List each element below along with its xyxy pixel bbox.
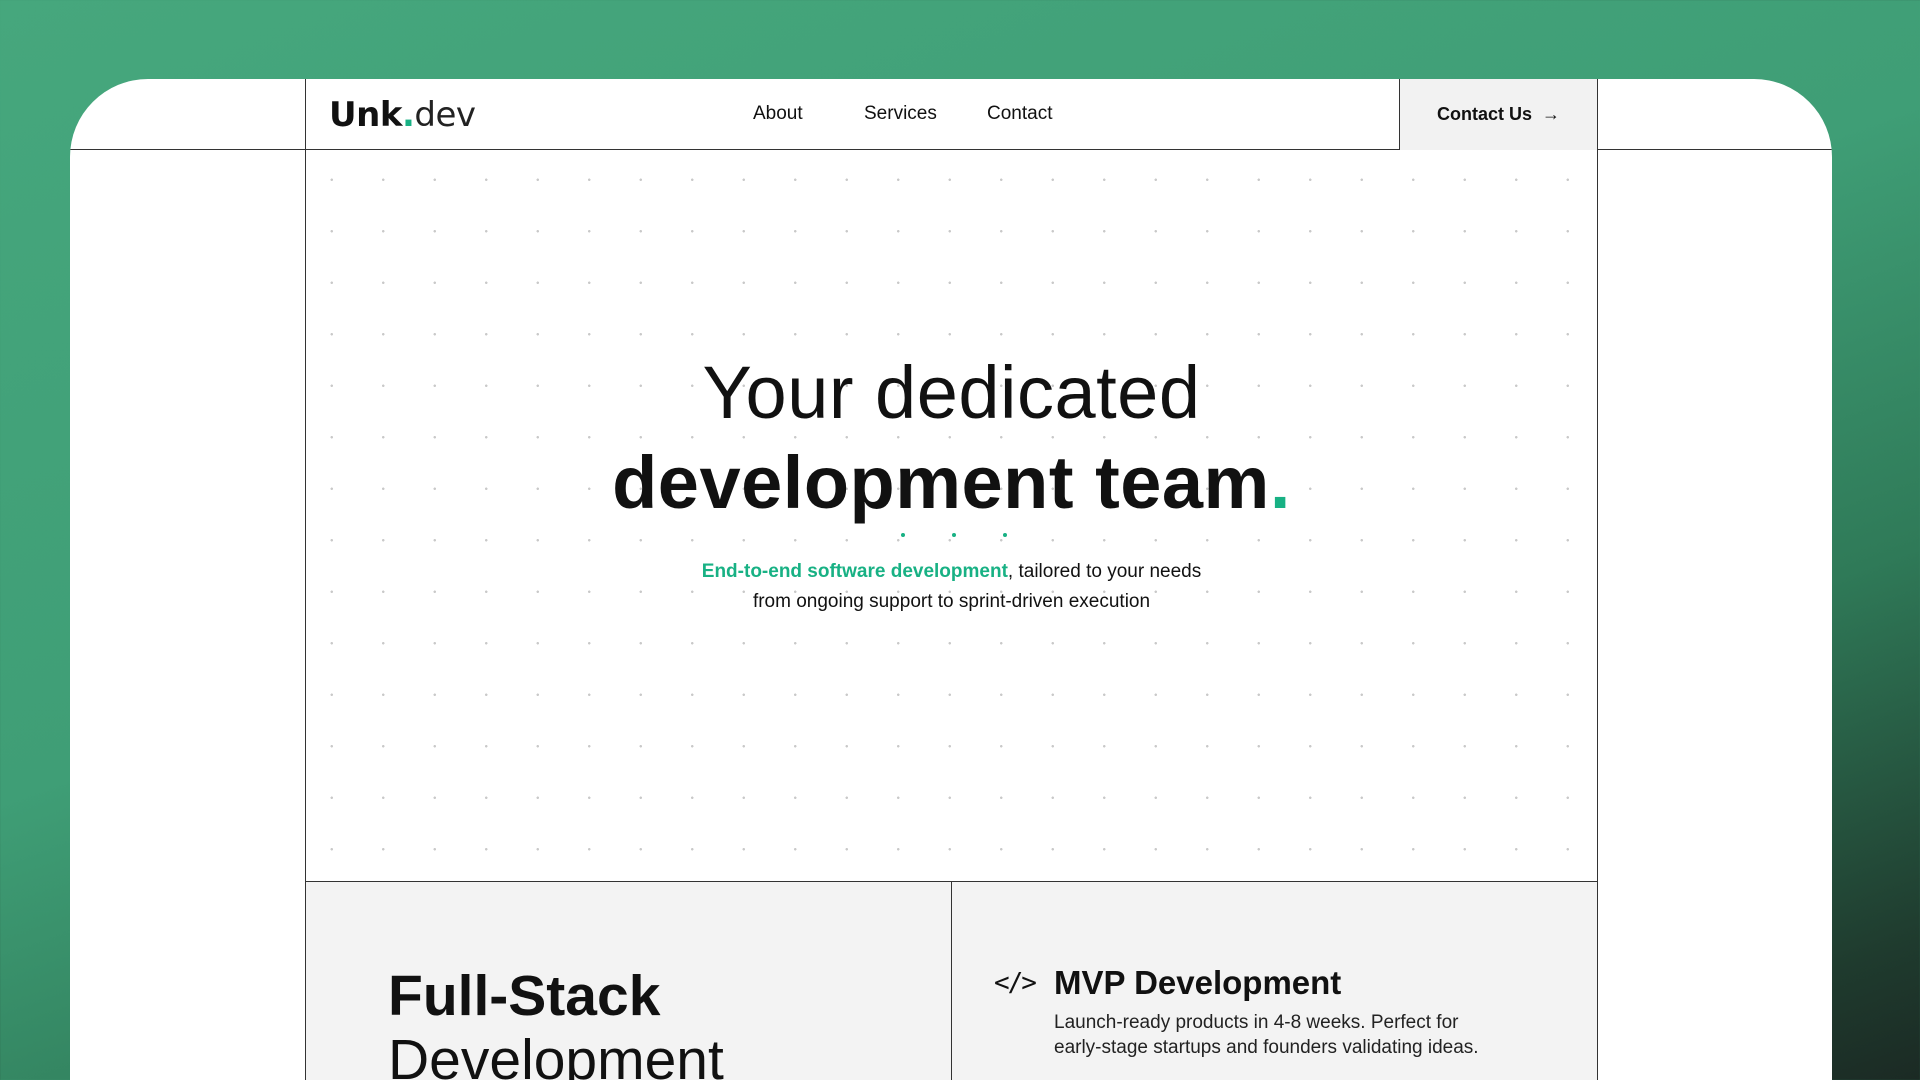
full-stack-title-normal: Development bbox=[388, 1028, 724, 1080]
hero-subtitle-line2: from ongoing support to sprint-driven ex… bbox=[752, 591, 1151, 612]
hero-subtitle: End-to-end software development, tailore… bbox=[306, 557, 1597, 617]
hero-section: Your dedicated development team. End-to-… bbox=[306, 150, 1597, 881]
mvp-development-title: MVP Development bbox=[1054, 964, 1342, 1001]
logo-dot: . bbox=[401, 95, 415, 135]
accent-dot bbox=[952, 533, 956, 537]
hero-subtitle-rest: , tailored to your needs bbox=[1007, 561, 1202, 582]
hero-title-text: development team bbox=[612, 441, 1270, 524]
accent-dots bbox=[901, 533, 1011, 539]
page-frame: Unk.dev About Services Contact Contact U… bbox=[305, 79, 1598, 1080]
mvp-desc-line2: early-stage startups and founders valida… bbox=[1054, 1037, 1479, 1058]
hero-title-line1: Your dedicated bbox=[702, 351, 1201, 434]
contact-us-button[interactable]: Contact Us → bbox=[1399, 79, 1597, 150]
nav-item-services[interactable]: Services bbox=[864, 103, 937, 125]
hero-title-dot: . bbox=[1269, 441, 1291, 524]
code-icon: </> bbox=[994, 968, 1037, 998]
full-stack-title-bold: Full-Stack bbox=[388, 964, 661, 1028]
logo-brand: Unk bbox=[329, 95, 402, 135]
accent-dot bbox=[1003, 533, 1007, 537]
hero-subtitle-highlight: End-to-end software development bbox=[701, 561, 1008, 582]
mvp-development-description: Launch-ready products in 4-8 weeks. Perf… bbox=[1054, 1010, 1574, 1060]
nav-item-about[interactable]: About bbox=[753, 103, 803, 125]
services-divider bbox=[951, 882, 952, 1080]
contact-us-label: Contact Us bbox=[1436, 104, 1532, 124]
accent-dot bbox=[901, 533, 905, 537]
full-stack-card-title: Full-Stack Development bbox=[388, 964, 724, 1080]
services-section: Full-Stack Development </> MVP Developme… bbox=[306, 882, 1597, 1080]
site-logo[interactable]: Unk.dev bbox=[329, 95, 476, 135]
logo-tld: dev bbox=[414, 95, 476, 135]
arrow-right-icon: → bbox=[1542, 104, 1560, 124]
hero-title-line2: development team. bbox=[306, 440, 1597, 525]
nav-item-contact[interactable]: Contact bbox=[987, 103, 1052, 125]
browser-window: Unk.dev About Services Contact Contact U… bbox=[70, 79, 1832, 1080]
site-header: Unk.dev About Services Contact Contact U… bbox=[306, 79, 1597, 150]
hero-content: Your dedicated development team. End-to-… bbox=[306, 150, 1597, 881]
mvp-desc-line1: Launch-ready products in 4-8 weeks. Perf… bbox=[1054, 1012, 1459, 1033]
